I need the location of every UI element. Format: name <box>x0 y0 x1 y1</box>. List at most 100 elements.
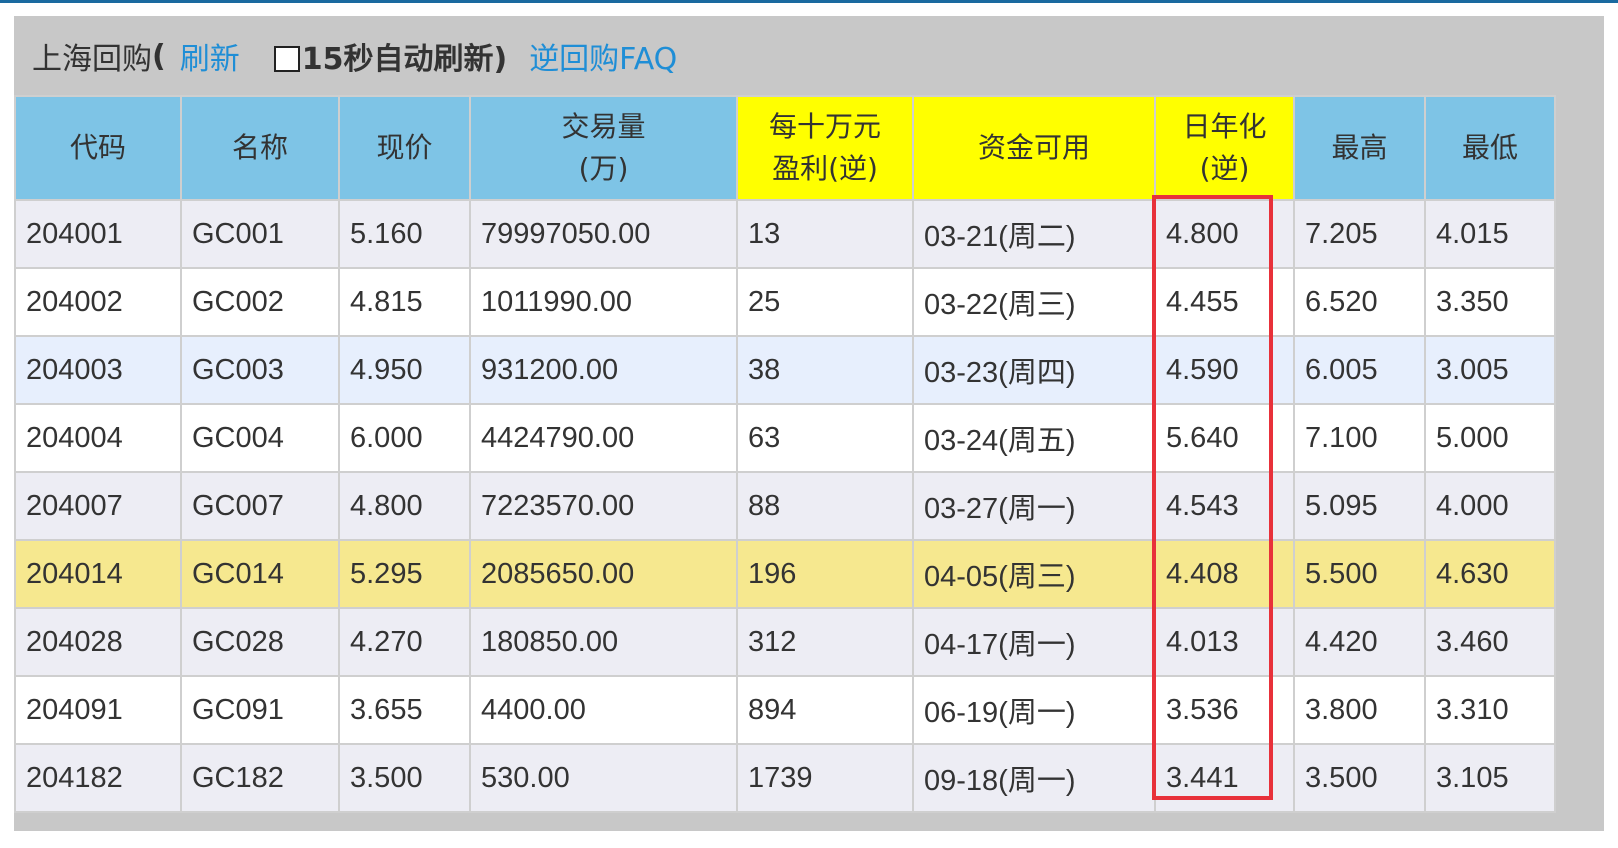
cell-annual: 5.640 <box>1154 403 1295 473</box>
cell-name: GC014 <box>180 539 340 609</box>
cell-low: 3.310 <box>1424 675 1556 745</box>
table-row[interactable]: 204001 GC001 5.160 79997050.00 13 03-21(… <box>14 199 1556 269</box>
table-row[interactable]: 204182 GC182 3.500 530.00 1739 09-18(周一)… <box>14 743 1556 813</box>
cell-available: 03-23(周四) <box>912 335 1156 405</box>
cell-annual: 3.536 <box>1154 675 1295 745</box>
cell-low: 3.460 <box>1424 607 1556 677</box>
cell-code: 204028 <box>14 607 182 677</box>
faq-link[interactable]: 逆回购FAQ <box>529 34 677 78</box>
cell-volume: 7223570.00 <box>469 471 738 541</box>
cell-available: 04-17(周一) <box>912 607 1156 677</box>
table-row[interactable]: 204003 GC003 4.950 931200.00 38 03-23(周四… <box>14 335 1556 405</box>
cell-code: 204091 <box>14 675 182 745</box>
table-row[interactable]: 204091 GC091 3.655 4400.00 894 06-19(周一)… <box>14 675 1556 745</box>
cell-annual: 4.455 <box>1154 267 1295 337</box>
cell-name: GC007 <box>180 471 340 541</box>
col-header-code[interactable]: 代码 <box>14 95 182 201</box>
cell-volume: 79997050.00 <box>469 199 738 269</box>
cell-available: 04-05(周三) <box>912 539 1156 609</box>
refresh-link[interactable]: 刷新 <box>180 34 240 78</box>
cell-high: 4.420 <box>1293 607 1426 677</box>
cell-price: 3.500 <box>338 743 471 813</box>
cell-available: 03-24(周五) <box>912 403 1156 473</box>
cell-profit: 1739 <box>736 743 914 813</box>
cell-low: 3.105 <box>1424 743 1556 813</box>
title-paren: ( <box>152 38 166 74</box>
auto-refresh-checkbox[interactable] <box>273 46 300 72</box>
col-header-volume[interactable]: 交易量 (万) <box>469 95 738 201</box>
repo-table: 代码 名称 现价 交易量 (万) 每十万元 盈利(逆) 资金可用 日年化 (逆) 最高… <box>14 95 1556 813</box>
table-row[interactable]: 204028 GC028 4.270 180850.00 312 04-17(周… <box>14 607 1556 677</box>
cell-profit: 38 <box>736 335 914 405</box>
cell-name: GC091 <box>180 675 340 745</box>
table-row[interactable]: 204004 GC004 6.000 4424790.00 63 03-24(周… <box>14 403 1556 473</box>
cell-price: 5.295 <box>338 539 471 609</box>
cell-price: 5.160 <box>338 199 471 269</box>
table-row-highlighted[interactable]: 204014 GC014 5.295 2085650.00 196 04-05(… <box>14 539 1556 609</box>
cell-profit: 25 <box>736 267 914 337</box>
cell-code: 204002 <box>14 267 182 337</box>
cell-profit: 196 <box>736 539 914 609</box>
cell-volume: 931200.00 <box>469 335 738 405</box>
cell-profit: 312 <box>736 607 914 677</box>
cell-code: 204001 <box>14 199 182 269</box>
cell-price: 4.270 <box>338 607 471 677</box>
cell-volume: 2085650.00 <box>469 539 738 609</box>
cell-available: 03-21(周二) <box>912 199 1156 269</box>
cell-low: 3.350 <box>1424 267 1556 337</box>
col-header-low[interactable]: 最低 <box>1424 95 1556 201</box>
table-row[interactable]: 204007 GC007 4.800 7223570.00 88 03-27(周… <box>14 471 1556 541</box>
cell-available: 06-19(周一) <box>912 675 1156 745</box>
table-row[interactable]: 204002 GC002 4.815 1011990.00 25 03-22(周… <box>14 267 1556 337</box>
table-header-row: 代码 名称 现价 交易量 (万) 每十万元 盈利(逆) 资金可用 日年化 (逆) 最高… <box>14 95 1556 201</box>
cell-annual: 4.013 <box>1154 607 1295 677</box>
cell-name: GC003 <box>180 335 340 405</box>
panel-title: 上海回购 <box>32 42 152 77</box>
cell-annual: 4.543 <box>1154 471 1295 541</box>
cell-name: GC001 <box>180 199 340 269</box>
cell-available: 03-22(周三) <box>912 267 1156 337</box>
cell-volume: 1011990.00 <box>469 267 738 337</box>
cell-code: 204014 <box>14 539 182 609</box>
cell-volume: 4424790.00 <box>469 403 738 473</box>
cell-low: 4.000 <box>1424 471 1556 541</box>
cell-name: GC004 <box>180 403 340 473</box>
cell-high: 7.100 <box>1293 403 1426 473</box>
cell-code: 204182 <box>14 743 182 813</box>
cell-price: 3.655 <box>338 675 471 745</box>
cell-code: 204007 <box>14 471 182 541</box>
col-header-high[interactable]: 最高 <box>1293 95 1426 201</box>
cell-name: GC002 <box>180 267 340 337</box>
cell-available: 03-27(周一) <box>912 471 1156 541</box>
col-header-annual[interactable]: 日年化 (逆) <box>1154 95 1295 201</box>
col-header-profit[interactable]: 每十万元 盈利(逆) <box>736 95 914 201</box>
cell-low: 3.005 <box>1424 335 1556 405</box>
cell-volume: 180850.00 <box>469 607 738 677</box>
cell-volume: 4400.00 <box>469 675 738 745</box>
cell-low: 4.015 <box>1424 199 1556 269</box>
cell-high: 3.800 <box>1293 675 1426 745</box>
cell-annual: 4.590 <box>1154 335 1295 405</box>
col-header-price[interactable]: 现价 <box>338 95 471 201</box>
cell-high: 5.500 <box>1293 539 1426 609</box>
cell-low: 5.000 <box>1424 403 1556 473</box>
cell-price: 4.800 <box>338 471 471 541</box>
cell-annual: 3.441 <box>1154 743 1295 813</box>
cell-name: GC182 <box>180 743 340 813</box>
cell-code: 204004 <box>14 403 182 473</box>
cell-annual: 4.800 <box>1154 199 1295 269</box>
cell-profit: 63 <box>736 403 914 473</box>
cell-high: 6.520 <box>1293 267 1426 337</box>
cell-available: 09-18(周一) <box>912 743 1156 813</box>
cell-profit: 88 <box>736 471 914 541</box>
cell-high: 3.500 <box>1293 743 1426 813</box>
cell-annual: 4.408 <box>1154 539 1295 609</box>
cell-volume: 530.00 <box>469 743 738 813</box>
top-rule <box>0 0 1618 3</box>
cell-high: 6.005 <box>1293 335 1426 405</box>
panel-header: 上海回购 ( 刷新 15秒自动刷新) 逆回购FAQ <box>14 16 1604 96</box>
cell-high: 5.095 <box>1293 471 1426 541</box>
col-header-available[interactable]: 资金可用 <box>912 95 1156 201</box>
auto-refresh-label: 15秒自动刷新) <box>301 42 508 77</box>
col-header-name[interactable]: 名称 <box>180 95 340 201</box>
